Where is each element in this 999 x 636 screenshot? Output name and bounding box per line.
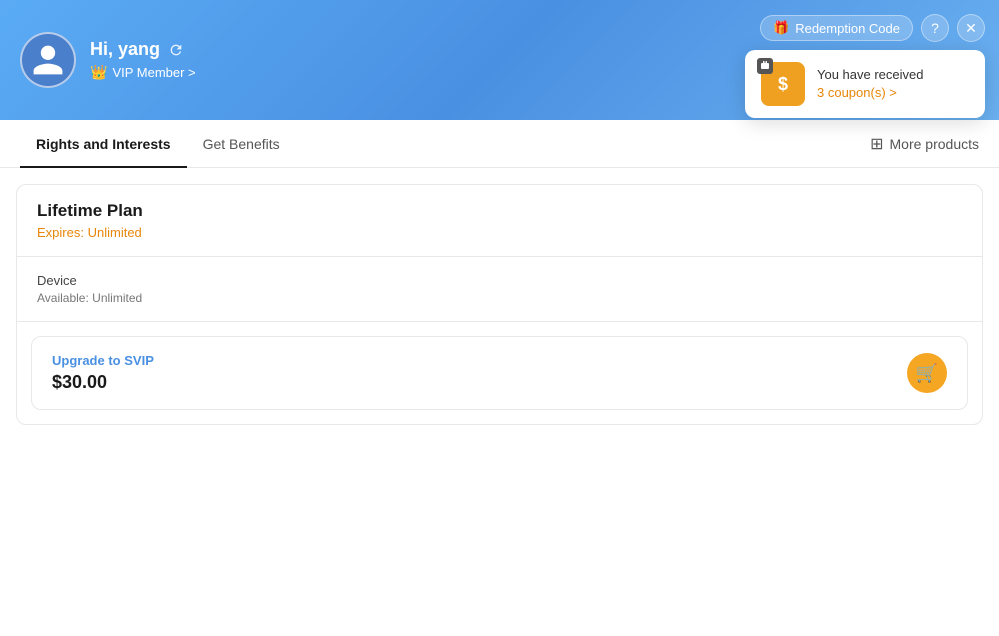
question-icon: ? (931, 20, 939, 36)
tabs: Rights and Interests Get Benefits ⊞ More… (0, 120, 999, 168)
header-actions: 🎁 Redemption Code ? ✕ (760, 14, 985, 42)
more-products-button[interactable]: ⊞ More products (870, 134, 979, 154)
coupon-icon-wrapper: $ (761, 62, 805, 106)
coupon-received-label: You have received (817, 66, 924, 84)
plan-expires: Expires: Unlimited (37, 225, 962, 240)
grid-icon: ⊞ (870, 134, 883, 154)
close-icon: ✕ (965, 20, 977, 37)
upgrade-text: Upgrade to SVIP (52, 353, 154, 368)
redemption-code-button[interactable]: 🎁 Redemption Code (760, 15, 913, 41)
coupon-count: 3 coupon(s) > (817, 85, 897, 100)
coupon-text: You have received 3 coupon(s) > (817, 66, 924, 102)
more-products-label: More products (890, 136, 979, 152)
coupon-dollar: $ (778, 74, 788, 95)
vip-label: VIP Member > (112, 65, 195, 80)
user-info: Hi, yang 👑 VIP Member > (90, 39, 196, 81)
upgrade-label: Upgrade to (52, 353, 121, 368)
tab-rights-and-interests[interactable]: Rights and Interests (20, 120, 187, 168)
vip-badge[interactable]: 👑 VIP Member > (90, 64, 196, 81)
upgrade-info: Upgrade to SVIP $30.00 (52, 353, 154, 393)
expires-value: Unlimited (88, 225, 142, 240)
plan-card: Lifetime Plan Expires: Unlimited Device … (16, 184, 983, 425)
help-button[interactable]: ? (921, 14, 949, 42)
header: Hi, yang 👑 VIP Member > 🎁 Redemption Cod… (0, 0, 999, 120)
main-content: Rights and Interests Get Benefits ⊞ More… (0, 120, 999, 636)
plan-header: Lifetime Plan Expires: Unlimited (17, 185, 982, 257)
close-button[interactable]: ✕ (957, 14, 985, 42)
avatar (20, 32, 76, 88)
coupon-small-icon (757, 58, 773, 74)
plan-device: Device Available: Unlimited (17, 257, 982, 322)
upgrade-plan-label: SVIP (124, 353, 154, 368)
username-label: Hi, yang (90, 39, 160, 60)
tab1-label: Rights and Interests (36, 136, 171, 152)
tab2-label: Get Benefits (203, 136, 280, 152)
refresh-icon[interactable] (168, 42, 184, 58)
expires-label: Expires: (37, 225, 84, 240)
device-available: Available: Unlimited (37, 291, 962, 305)
device-label: Device (37, 273, 962, 288)
gift-icon: 🎁 (773, 20, 789, 36)
plan-name: Lifetime Plan (37, 201, 962, 221)
tab-get-benefits[interactable]: Get Benefits (187, 120, 296, 168)
crown-icon: 👑 (90, 64, 107, 81)
upgrade-price: $30.00 (52, 372, 154, 393)
add-to-cart-button[interactable]: 🛒 (907, 353, 947, 393)
coupon-popup[interactable]: $ You have received 3 coupon(s) > (745, 50, 985, 118)
upgrade-box[interactable]: Upgrade to SVIP $30.00 🛒 (31, 336, 968, 410)
greeting-text: Hi, yang (90, 39, 196, 60)
redemption-label: Redemption Code (795, 21, 900, 36)
cart-icon: 🛒 (916, 363, 938, 384)
